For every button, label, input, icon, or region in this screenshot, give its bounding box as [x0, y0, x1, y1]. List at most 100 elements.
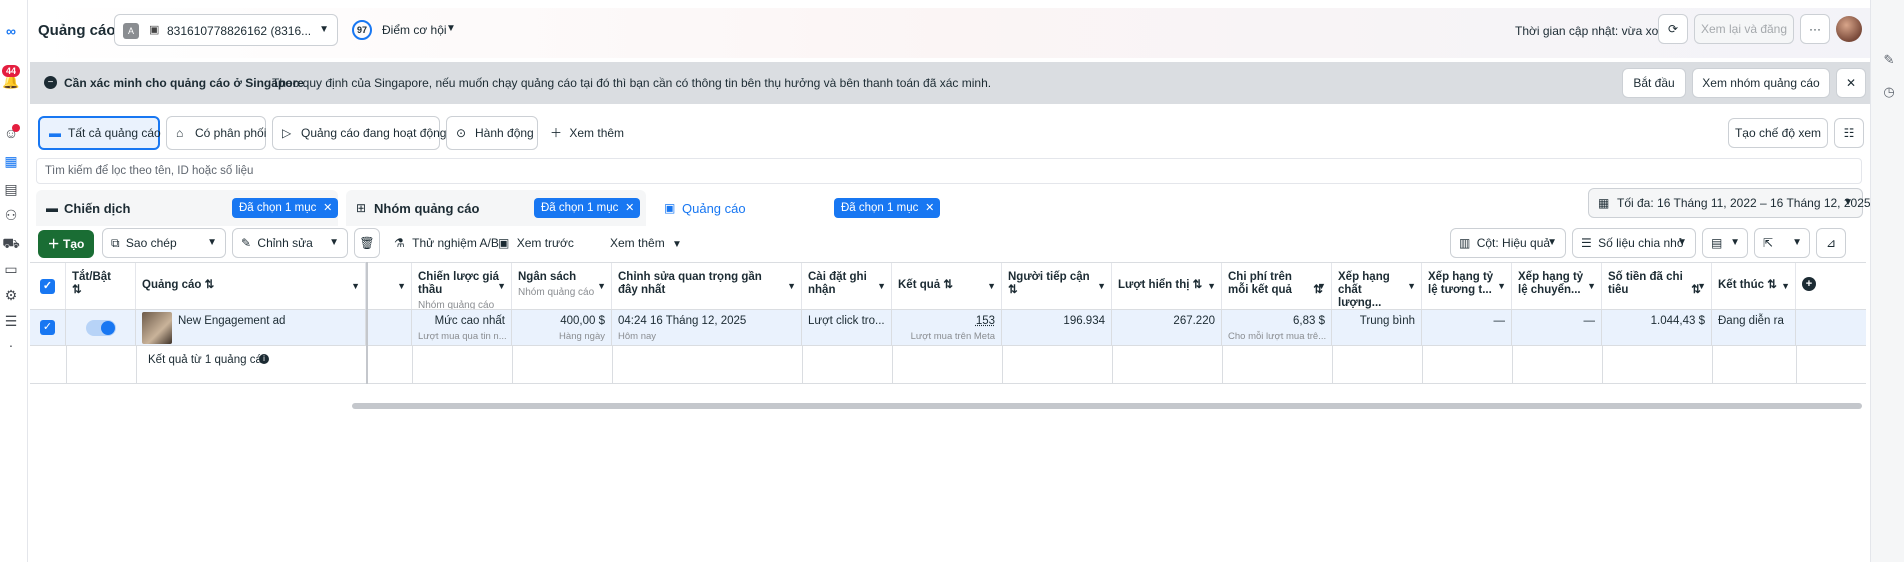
chevron-down-icon[interactable]: ▼: [1497, 280, 1506, 293]
more-options-button[interactable]: ···: [1800, 14, 1830, 44]
preview-button[interactable]: ▣ Xem trước: [494, 228, 574, 258]
toolbar-more-button[interactable]: Xem thêm ▼: [610, 228, 682, 258]
inbox-icon: ⌂: [176, 126, 184, 140]
filter-delivered[interactable]: ⌂ Có phân phối: [166, 116, 266, 150]
filter-actions-label: Hành động: [475, 126, 534, 140]
chevron-down-icon[interactable]: ▼: [987, 280, 996, 293]
user-avatar[interactable]: [1836, 16, 1862, 42]
table-row[interactable]: ✓ New Engagement ad Mức cao nhất Lượt mu…: [30, 310, 1866, 346]
create-view-button[interactable]: Tạo chế độ xem: [1728, 118, 1828, 148]
chevron-down-icon[interactable]: ▼: [207, 229, 217, 257]
chevron-down-icon[interactable]: ▼: [1097, 280, 1106, 293]
header-end[interactable]: Kết thúc ⇅ ▼: [1712, 263, 1796, 309]
reports-button[interactable]: ▤ ▼: [1702, 228, 1748, 258]
refresh-button[interactable]: ⟳: [1658, 14, 1688, 44]
billing-icon[interactable]: ▭: [2, 260, 20, 278]
chevron-down-icon[interactable]: ▼: [1317, 280, 1326, 293]
account-selector[interactable]: A ▣ 831610778826162 (8316... ▼: [114, 14, 338, 46]
ad-thumbnail[interactable]: [142, 312, 172, 344]
opportunity-score-badge[interactable]: 97: [352, 20, 372, 40]
ad-toggle-switch[interactable]: [86, 320, 116, 336]
start-button[interactable]: Bắt đầu: [1622, 68, 1686, 98]
chevron-down-icon[interactable]: ▼: [497, 280, 506, 293]
create-button[interactable]: ＋ Tạo: [38, 230, 94, 258]
campaign-selected-chip[interactable]: Đã chọn 1 mục ✕: [232, 198, 339, 218]
tab-adsets[interactable]: ⊞ Nhóm quảng cáo Đã chọn 1 mục ✕: [346, 190, 646, 226]
commerce-icon[interactable]: ⛟: [2, 234, 20, 252]
row-checkbox[interactable]: ✓: [40, 320, 55, 335]
header-toggle[interactable]: Tắt/Bật ⇅: [66, 263, 136, 309]
filter-actions[interactable]: ⊙ Hành động: [446, 116, 538, 150]
chevron-down-icon[interactable]: ▼: [787, 280, 796, 293]
add-column-button[interactable]: +: [1796, 263, 1826, 309]
column-divider: [1332, 346, 1333, 384]
filter-active-ads[interactable]: ▷ Quảng cáo đang hoạt động: [272, 116, 446, 150]
view-settings-button[interactable]: ☷: [1834, 118, 1864, 148]
tab-ads[interactable]: ▣ Quảng cáo Đã chọn 1 mục ✕: [654, 190, 956, 226]
header-results[interactable]: Kết quả ⇅ ▼: [892, 263, 1002, 309]
header-conversion-ranking[interactable]: Xếp hạng tỷ lệ chuyển... ▼: [1512, 263, 1602, 309]
chevron-down-icon[interactable]: ▼: [1781, 280, 1790, 293]
more-dot-icon[interactable]: ·: [2, 336, 20, 354]
header-cpr[interactable]: Chi phí trên mỗi kết quả ⇅ ▼: [1222, 263, 1332, 309]
review-publish-button[interactable]: Xem lại và đăng: [1694, 14, 1794, 44]
filter-see-more[interactable]: ＋ Xem thêm: [550, 118, 624, 148]
chart-button[interactable]: ⊿: [1816, 228, 1846, 258]
edit-button[interactable]: ✎ Chỉnh sửa ▼: [232, 228, 348, 258]
header-last-edit[interactable]: Chỉnh sửa quan trọng gần đây nhất ▼: [612, 263, 802, 309]
meta-logo-icon[interactable]: ∞: [2, 22, 20, 40]
opportunity-score-label[interactable]: Điểm cơ hội: [382, 23, 447, 37]
info-icon[interactable]: i: [259, 354, 269, 364]
duplicate-button[interactable]: ⧉ Sao chép ▼: [102, 228, 226, 258]
select-all-checkbox[interactable]: ✓: [40, 279, 55, 294]
header-ad[interactable]: Quảng cáo ⇅ ▼: [136, 263, 366, 309]
view-adsets-button[interactable]: Xem nhóm quảng cáo: [1692, 68, 1830, 98]
header-engagement-ranking[interactable]: Xếp hạng tỷ lệ tương t... ▼: [1422, 263, 1512, 309]
menu-icon[interactable]: ☰: [2, 312, 20, 330]
delete-button[interactable]: 🗑: [354, 228, 380, 258]
ads-table-icon[interactable]: ▦: [2, 152, 20, 170]
settings-icon[interactable]: ⚙: [2, 286, 20, 304]
chevron-down-icon[interactable]: ▼: [1697, 280, 1706, 293]
history-clock-icon[interactable]: ◷: [1881, 84, 1897, 100]
tab-campaigns[interactable]: ▬ Chiến dịch Đã chọn 1 mục ✕: [36, 190, 339, 226]
chevron-down-icon[interactable]: ▼: [329, 229, 339, 257]
last-edit-value[interactable]: 04:24 16 Tháng 12, 2025: [618, 315, 746, 327]
breakdown-button[interactable]: ☰ Số liệu chia nhỏ ▼: [1572, 228, 1696, 258]
chevron-down-icon[interactable]: ▼: [1407, 280, 1416, 293]
chevron-down-icon[interactable]: ▼: [397, 280, 406, 293]
chevron-down-icon[interactable]: ▼: [877, 280, 886, 293]
columns-button[interactable]: ▥ Cột: Hiệu quả ▼: [1450, 228, 1566, 258]
chevron-down-icon[interactable]: ▼: [1587, 280, 1596, 293]
date-range-picker[interactable]: ▦ Tối đa: 16 Tháng 11, 2022 – 16 Tháng 1…: [1588, 188, 1871, 218]
close-icon[interactable]: ✕: [625, 198, 634, 218]
header-amount-spent[interactable]: Số tiền đã chi tiêu ⇅ ▼: [1602, 263, 1712, 309]
row-engagement-rank: —: [1422, 310, 1512, 346]
chevron-down-icon[interactable]: ▼: [351, 280, 360, 293]
search-input[interactable]: Tìm kiếm để lọc theo tên, ID hoặc số liệ…: [36, 158, 1862, 184]
header-reach[interactable]: Người tiếp cận ⇅ ▼: [1002, 263, 1112, 309]
chevron-down-icon[interactable]: ▼: [597, 280, 606, 293]
header-bid-strategy[interactable]: Chiến lược giá thầu Nhóm quảng cáo ▼: [412, 263, 512, 309]
ad-name-link[interactable]: New Engagement ad: [178, 314, 285, 328]
horizontal-scrollbar[interactable]: [352, 403, 1862, 409]
header-attribution[interactable]: Cài đặt ghi nhận ▼: [802, 263, 892, 309]
header-quality-ranking[interactable]: Xếp hạng chất lượng... ▼: [1332, 263, 1422, 309]
header-budget[interactable]: Ngân sách Nhóm quảng cáo ▼: [512, 263, 612, 309]
chevron-down-icon[interactable]: ▼: [1207, 280, 1216, 293]
edit-pencil-icon[interactable]: ✎: [1881, 52, 1897, 68]
filter-all-ads[interactable]: ▬ Tất cả quảng cáo: [38, 116, 161, 150]
ad-selected-chip[interactable]: Đã chọn 1 mục ✕: [834, 198, 941, 218]
export-button[interactable]: ⇱ ▼: [1754, 228, 1810, 258]
ab-test-button[interactable]: ⚗ Thử nghiệm A/B: [390, 228, 499, 258]
close-icon[interactable]: ✕: [925, 198, 934, 218]
close-banner-button[interactable]: ✕: [1836, 68, 1866, 98]
chevron-down-icon[interactable]: ▼: [446, 23, 456, 34]
results-value[interactable]: 153: [976, 315, 995, 327]
ad-square-icon: ▣: [664, 201, 676, 215]
header-impressions[interactable]: Lượt hiển thị ⇅ ▼: [1112, 263, 1222, 309]
adset-selected-chip[interactable]: Đã chọn 1 mục ✕: [534, 198, 641, 218]
audiences-icon[interactable]: ⚇: [2, 206, 20, 224]
close-icon[interactable]: ✕: [323, 198, 332, 218]
reports-icon[interactable]: ▤: [2, 180, 20, 198]
